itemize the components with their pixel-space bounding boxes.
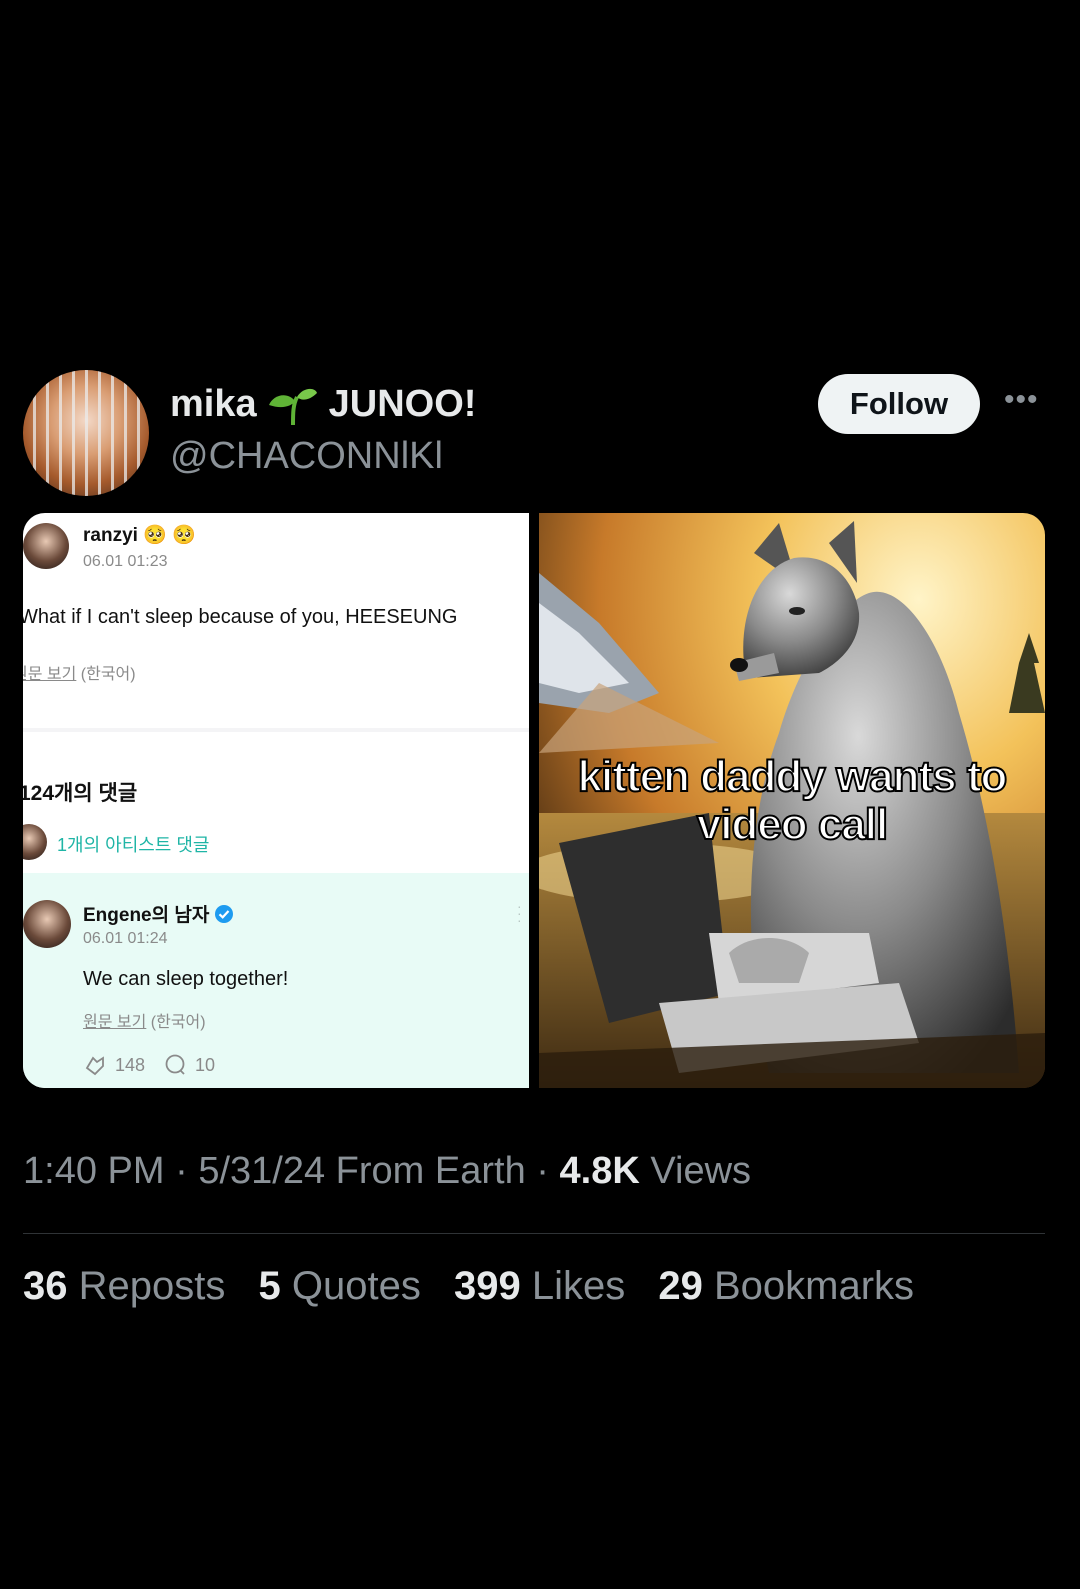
more-options-icon[interactable]: ••• bbox=[1004, 383, 1039, 417]
views-count: 4.8K bbox=[559, 1150, 640, 1192]
post-metadata: 1:40 PM · 5/31/24 From Earth · 4.8K View… bbox=[23, 1150, 751, 1193]
section-divider bbox=[23, 728, 529, 732]
comment-user: ranzyi 🥺 🥺 bbox=[83, 525, 196, 546]
reply-view-original-row: 원문 보기 (한국어) bbox=[83, 1008, 206, 1032]
views-label: Views bbox=[650, 1150, 752, 1192]
post-source: From Earth bbox=[335, 1150, 526, 1192]
artist-avatar bbox=[23, 900, 71, 948]
display-name-suffix: JUNOO! bbox=[328, 383, 477, 425]
view-original-row: 원문 보기 (한국어) bbox=[23, 660, 136, 684]
likes-count: 148 bbox=[115, 1054, 146, 1075]
language-label: (한국어) bbox=[80, 666, 136, 683]
reply-actions: 148 10 bbox=[83, 1054, 215, 1076]
avatar-cage-bars bbox=[23, 370, 149, 496]
display-name-text: mika bbox=[170, 383, 257, 425]
reply-view-original-link[interactable]: 원문 보기 bbox=[83, 1014, 146, 1031]
reply-date: 06.01 01:24 bbox=[83, 930, 168, 947]
post-media[interactable]: ranzyi 🥺 🥺 06.01 01:23 What if I can't s… bbox=[23, 513, 1045, 1088]
seedling-icon bbox=[268, 388, 317, 425]
bookmarks-stat[interactable]: 29 Bookmarks bbox=[658, 1264, 914, 1308]
display-name[interactable]: mika JUNOO! bbox=[170, 383, 476, 426]
screenshot-card[interactable]: ranzyi 🥺 🥺 06.01 01:23 What if I can't s… bbox=[23, 513, 529, 1088]
comment-date: 06.01 01:23 bbox=[83, 553, 168, 570]
artist-reply: Engene의 남자 06.01 01:24 We can sleep toge… bbox=[23, 873, 529, 1088]
reply-user-row: Engene의 남자 bbox=[83, 900, 234, 927]
pleading-face-emoji: 🥺 🥺 bbox=[143, 525, 196, 546]
follow-button[interactable]: Follow bbox=[818, 374, 980, 434]
comment-icon[interactable] bbox=[163, 1054, 187, 1076]
meme-caption: kitten daddy wants to video call bbox=[539, 752, 1045, 850]
meme-caption-line1: kitten daddy wants to bbox=[577, 752, 1009, 802]
view-original-link[interactable]: 원문 보기 bbox=[23, 666, 76, 683]
profile-avatar[interactable] bbox=[23, 370, 149, 496]
user-handle[interactable]: @CHACONNlKl bbox=[170, 435, 443, 478]
comment-count: 124개의 댓글 bbox=[23, 782, 138, 805]
meta-separator: · bbox=[175, 1150, 188, 1192]
meme-image[interactable]: kitten daddy wants to video call bbox=[539, 513, 1045, 1088]
engagement-stats: 36 Reposts 5 Quotes 399 Likes 29 Bookmar… bbox=[23, 1264, 936, 1309]
meme-caption-line2: video call bbox=[696, 800, 890, 850]
likes-stat[interactable]: 399 Likes bbox=[454, 1264, 625, 1308]
divider bbox=[23, 1233, 1045, 1234]
post-time[interactable]: 1:40 PM bbox=[23, 1150, 165, 1192]
reply-text: We can sleep together! bbox=[83, 968, 289, 990]
meta-separator: · bbox=[536, 1150, 549, 1192]
comments-count: 10 bbox=[195, 1054, 216, 1075]
reposts-stat[interactable]: 36 Reposts bbox=[23, 1264, 225, 1308]
reply-user: Engene의 남자 bbox=[83, 905, 210, 926]
comment-text: What if I can't sleep because of you, HE… bbox=[23, 606, 458, 628]
verified-icon bbox=[215, 904, 234, 923]
reply-language-label: (한국어) bbox=[150, 1014, 206, 1031]
post-date[interactable]: 5/31/24 bbox=[198, 1150, 325, 1192]
heart-hands-icon[interactable] bbox=[83, 1054, 107, 1076]
artist-avatar-small bbox=[23, 824, 47, 860]
reply-more-icon[interactable]: · · · bbox=[517, 899, 522, 927]
ranzyi-avatar bbox=[23, 523, 69, 569]
post-header: mika JUNOO! @CHACONNlKl Follow ••• bbox=[0, 365, 1080, 496]
quotes-stat[interactable]: 5 Quotes bbox=[259, 1264, 421, 1308]
artist-comments-link[interactable]: 1개의 아티스트 댓글 bbox=[57, 831, 210, 857]
